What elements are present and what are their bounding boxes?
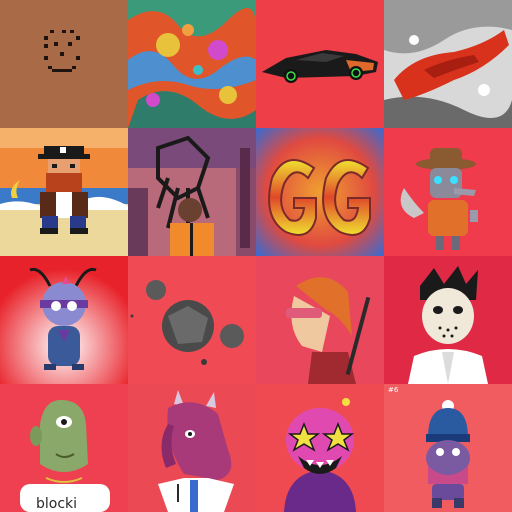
tile-cyclops-3d[interactable]: blocki: [0, 384, 128, 512]
tile-hockey-mask[interactable]: [384, 256, 512, 384]
star-eyed-monster-image: [256, 384, 384, 512]
nft-gallery-grid: blocki #6: [0, 0, 512, 512]
shirt-text: blocki: [36, 496, 77, 512]
beanie-creature-image: [384, 384, 512, 512]
robot-cowboy-image: [384, 128, 512, 256]
ant-character-image: [0, 256, 128, 384]
gg-letters-image: [256, 128, 384, 256]
hockey-mask-image: [384, 256, 512, 384]
tile-paint-smear[interactable]: [384, 0, 512, 128]
tile-star-eyed-monster[interactable]: [256, 384, 384, 512]
tile-supercar[interactable]: [256, 0, 384, 128]
tile-spheres[interactable]: [128, 256, 256, 384]
web-head-person-image: [128, 128, 256, 256]
paint-smear-image: [384, 0, 512, 128]
punk-profile-image: [256, 256, 384, 384]
tile-pixel-face[interactable]: [0, 0, 128, 128]
tile-badge: #6: [388, 386, 399, 394]
tile-gg-letters[interactable]: [256, 128, 384, 256]
tile-pixel-pirate[interactable]: [0, 128, 128, 256]
pixel-pirate-image: [0, 128, 128, 256]
tile-ant-character[interactable]: [0, 256, 128, 384]
tile-fractal[interactable]: [128, 0, 256, 128]
tile-punk-profile[interactable]: [256, 256, 384, 384]
cyclops-3d-image: blocki: [0, 384, 128, 512]
spheres-image: [128, 256, 256, 384]
tile-dog-doctor[interactable]: [128, 384, 256, 512]
fractal-image: [128, 0, 256, 128]
pixel-face-image: [0, 0, 128, 128]
tile-beanie-creature[interactable]: #6: [384, 384, 512, 512]
dog-doctor-image: [128, 384, 256, 512]
tile-robot-cowboy[interactable]: [384, 128, 512, 256]
supercar-image: [256, 0, 384, 128]
tile-web-head-person[interactable]: [128, 128, 256, 256]
